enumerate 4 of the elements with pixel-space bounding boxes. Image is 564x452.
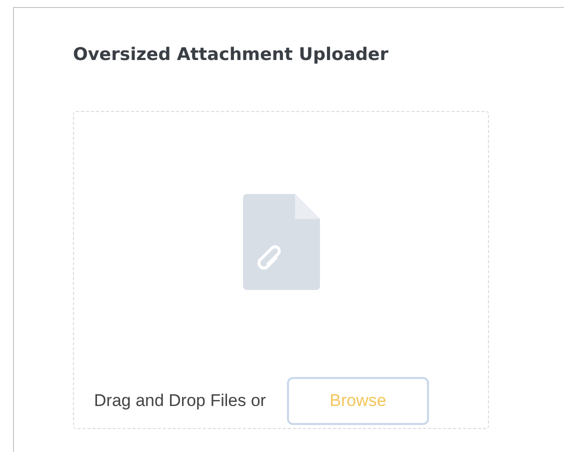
card-title: Oversized Attachment Uploader — [73, 44, 390, 66]
drop-zone[interactable]: Drag and Drop Files or Browse — [73, 111, 489, 429]
drop-prompt: Drag and Drop Files or — [94, 391, 266, 411]
file-attachment-icon — [242, 194, 320, 290]
